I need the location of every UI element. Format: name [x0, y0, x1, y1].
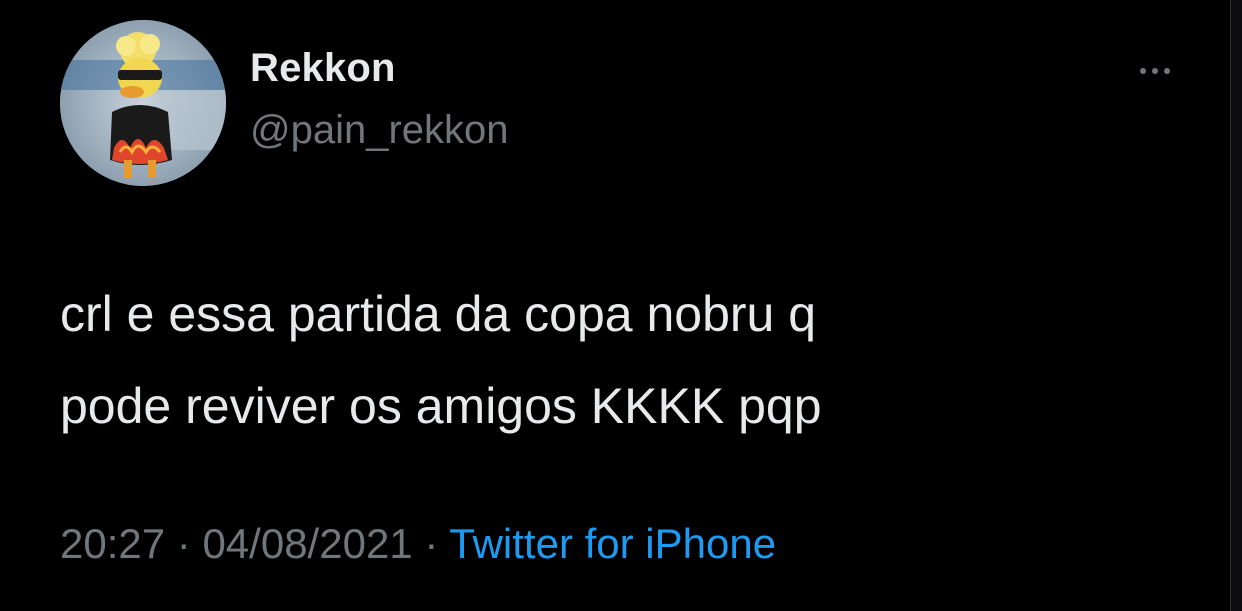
scrollbar-track: [1230, 0, 1242, 611]
tweet-text: crl e essa partida da copa nobru q pode …: [60, 286, 822, 434]
avatar[interactable]: [60, 20, 226, 186]
tweet-time[interactable]: 20:27: [60, 520, 165, 567]
tweet-card: Rekkon @pain_rekkon crl e essa partida d…: [0, 0, 1242, 611]
tweet-source-link[interactable]: Twitter for iPhone: [449, 520, 776, 567]
display-name[interactable]: Rekkon: [250, 46, 396, 91]
tweet-meta: 20:27 · 04/08/2021 · Twitter for iPhone: [60, 520, 776, 568]
tweet-date[interactable]: 04/08/2021: [202, 520, 412, 567]
user-handle[interactable]: @pain_rekkon: [250, 108, 509, 153]
meta-separator: ·: [176, 520, 191, 567]
avatar-duck-image: [60, 20, 226, 186]
more-horizontal-icon[interactable]: [1130, 56, 1180, 86]
meta-separator: ·: [424, 520, 439, 567]
